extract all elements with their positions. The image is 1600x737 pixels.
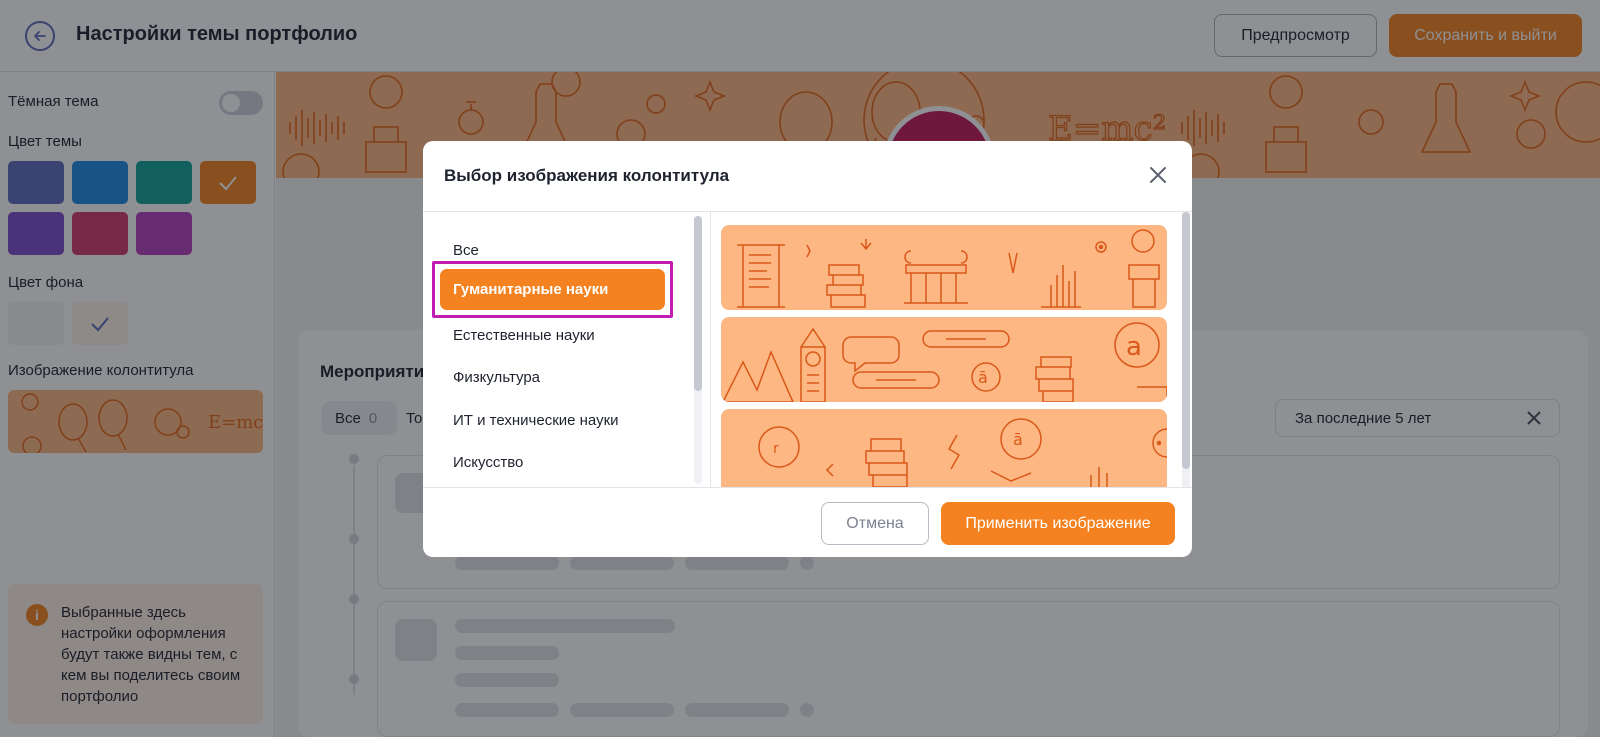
- category-scrollbar-thumb[interactable]: [694, 216, 702, 391]
- language-bubbles-pattern-graphic: r ā: [758, 418, 1167, 487]
- category-art[interactable]: Искусство: [453, 454, 523, 471]
- svg-text:ā: ā: [978, 368, 988, 387]
- svg-text:a: a: [1126, 332, 1142, 362]
- selection-highlight-frame: [432, 261, 673, 318]
- divider: [710, 212, 711, 487]
- header-image-dialog: Выбор изображения колонтитула Все Гумани…: [423, 141, 1192, 557]
- close-icon[interactable]: [1146, 163, 1170, 187]
- header-image-option-3[interactable]: r ā: [721, 409, 1167, 487]
- image-scrollbar-thumb[interactable]: [1182, 212, 1190, 469]
- svg-text:ā: ā: [1013, 430, 1023, 449]
- category-it-technical[interactable]: ИТ и технические науки: [453, 412, 619, 429]
- category-natural-sciences[interactable]: Естественные науки: [453, 327, 595, 344]
- scroll-columns-pattern-graphic: [737, 229, 1160, 308]
- dialog-title: Выбор изображения колонтитула: [444, 166, 730, 185]
- language-bubbles-pattern-graphic: ā a: [722, 322, 1167, 402]
- category-all[interactable]: Все: [453, 242, 479, 259]
- cancel-button[interactable]: Отмена: [821, 502, 929, 545]
- divider: [423, 487, 1192, 488]
- svg-text:r: r: [773, 441, 779, 457]
- header-image-option-2[interactable]: ā a: [721, 317, 1167, 402]
- header-image-option-1[interactable]: [721, 225, 1167, 310]
- category-physical-education[interactable]: Физкультура: [453, 369, 540, 386]
- divider: [423, 211, 1192, 212]
- apply-image-button[interactable]: Применить изображение: [941, 502, 1175, 545]
